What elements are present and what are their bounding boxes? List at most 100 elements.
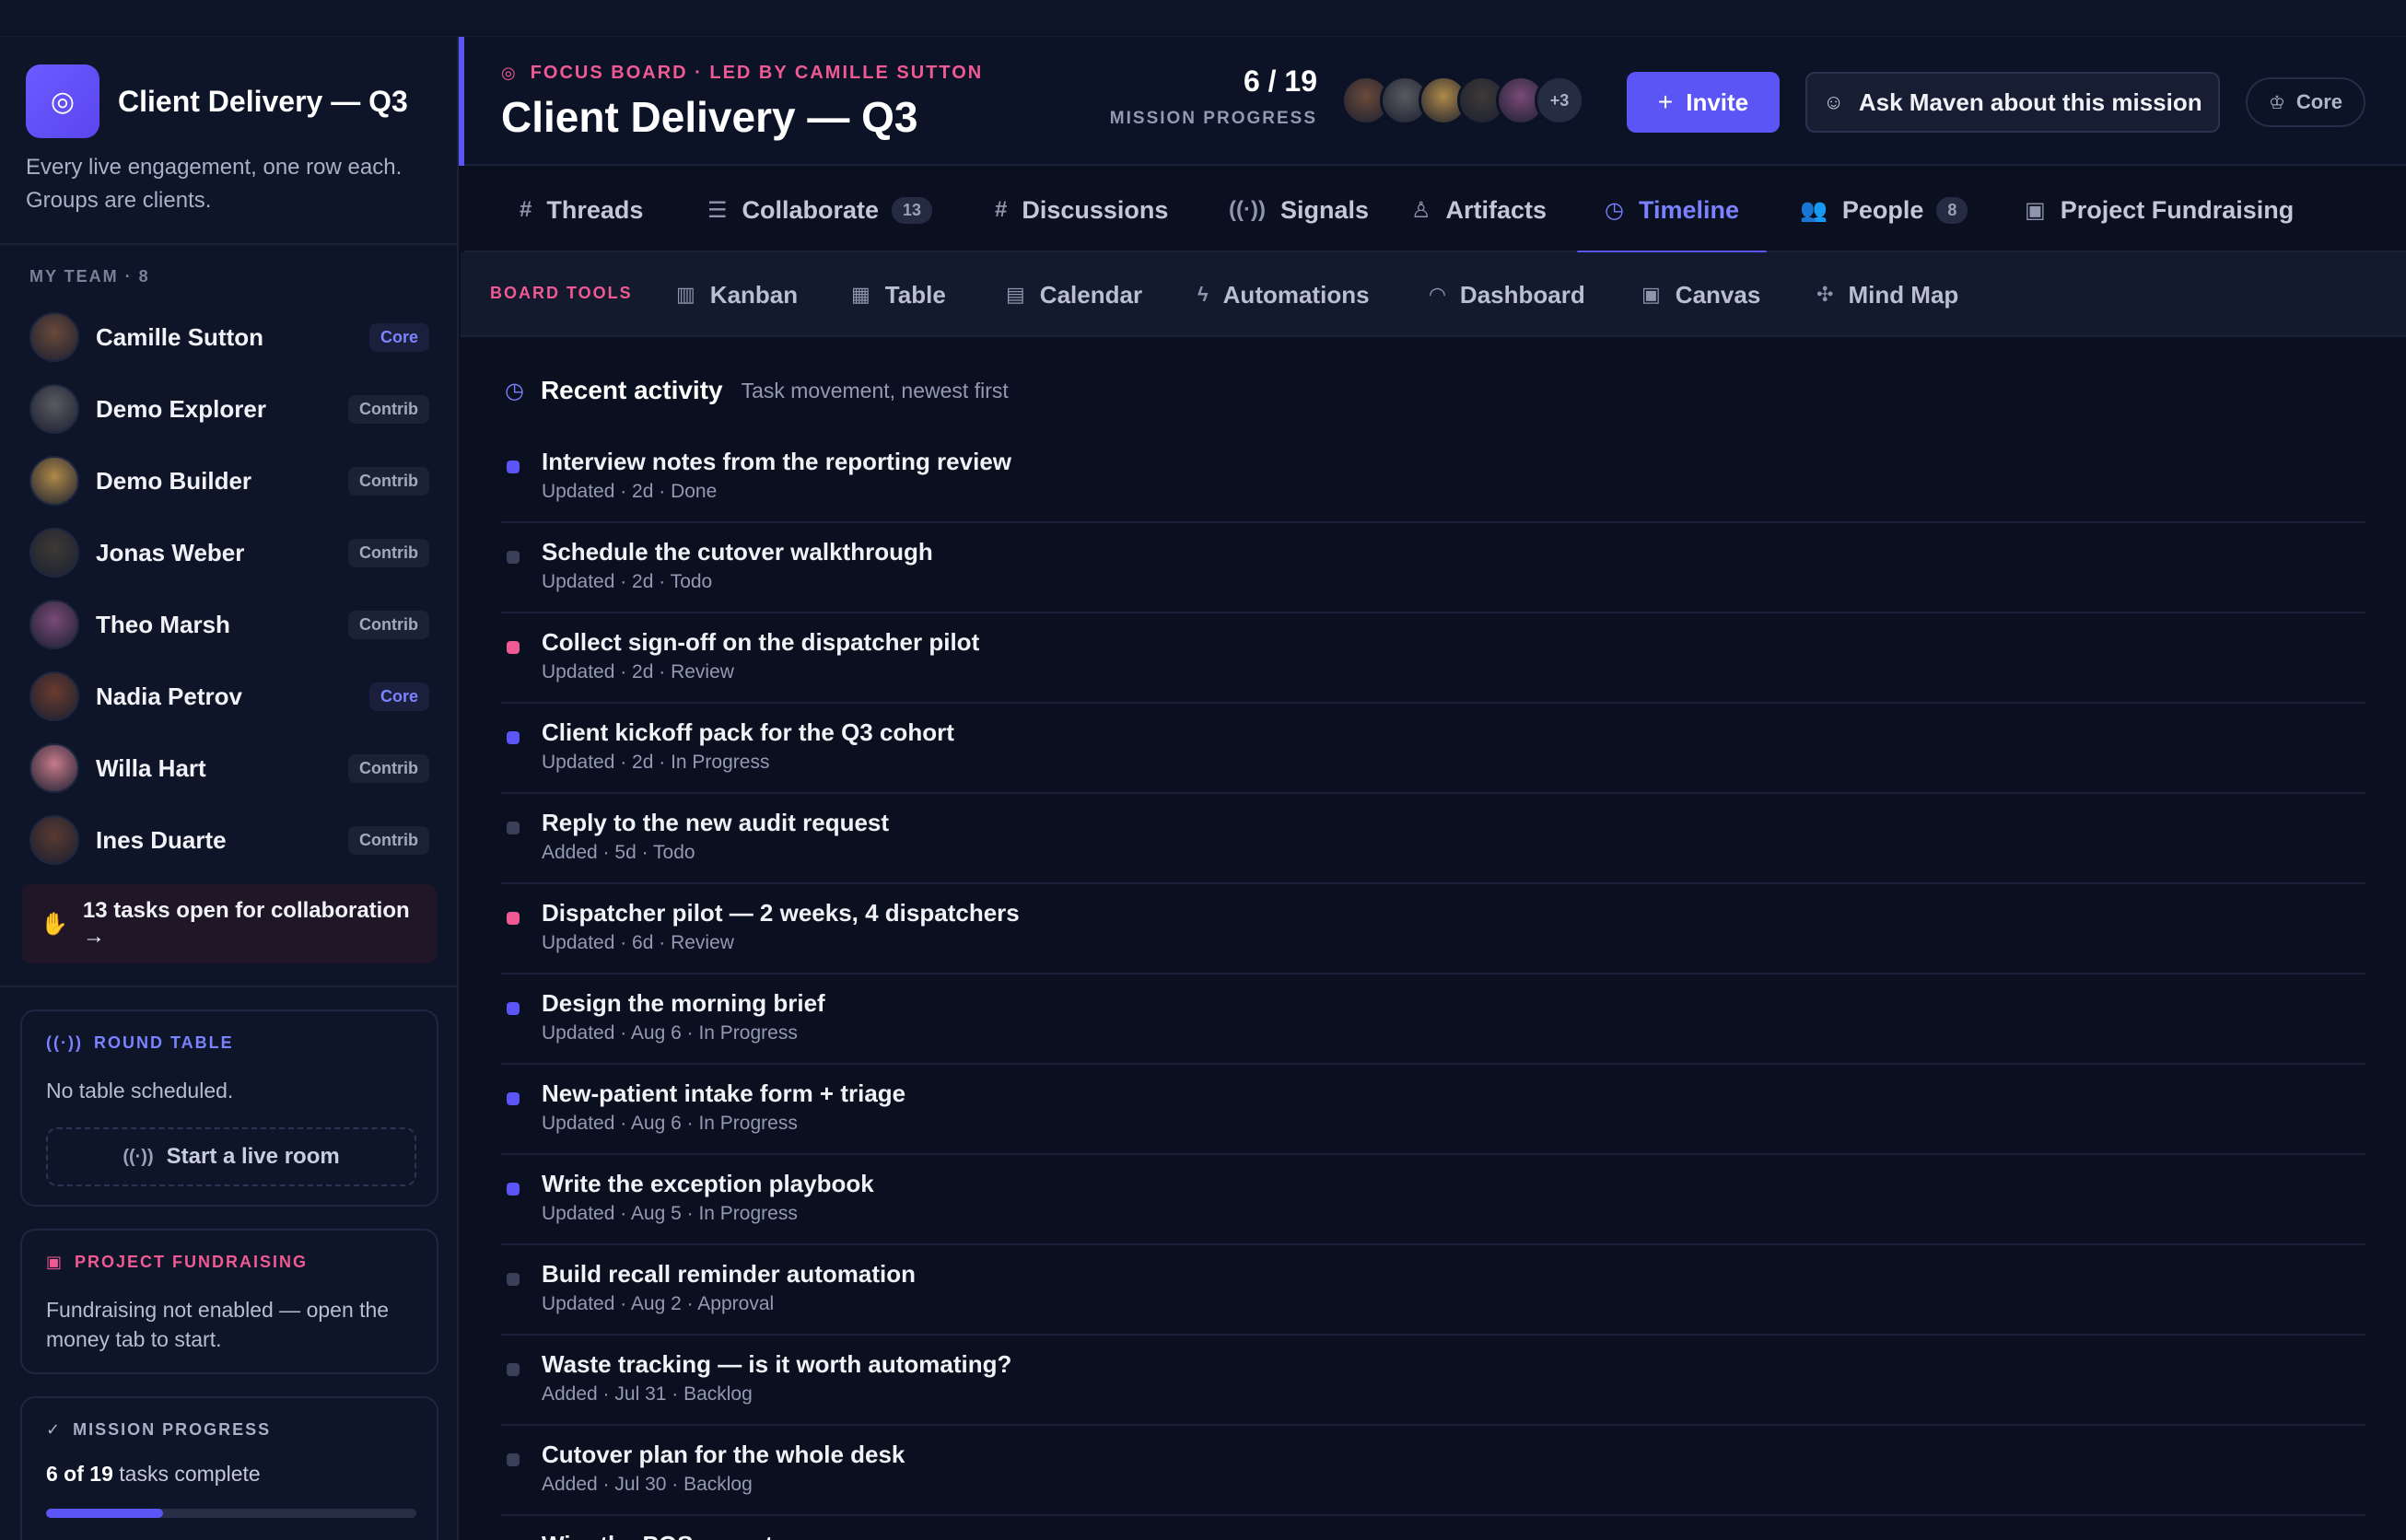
tool-canvas[interactable]: ▣ Canvas [1641, 252, 1760, 337]
member-avatars[interactable]: +3 [1341, 76, 1584, 125]
divider [0, 243, 459, 245]
activity-row[interactable]: Design the morning brief Updated · Aug 6 … [501, 974, 2365, 1065]
activity-meta: Updated · 2d · Review [542, 661, 734, 682]
tab-threads[interactable]: # Threads [520, 168, 643, 252]
timeline-content: ◷ Recent activity Task movement, newest … [461, 337, 2406, 1540]
tool-mind-map[interactable]: ✣ Mind Map [1816, 252, 1958, 337]
team-member[interactable]: Nadia Petrov Core [29, 667, 429, 726]
team-member[interactable]: Willa Hart Contrib [29, 739, 429, 798]
kanban-icon: ▥ [676, 283, 695, 306]
avatar [29, 456, 79, 506]
tool-table[interactable]: ▦ Table [851, 252, 946, 337]
activity-row[interactable]: Write the exception playbook Updated · Au… [501, 1155, 2365, 1245]
tool-automations[interactable]: ϟ Automations [1197, 252, 1370, 337]
award-icon: ♙ [1411, 197, 1431, 223]
activity-row[interactable]: Interview notes from the reporting revie… [501, 433, 2365, 523]
activity-row[interactable]: Build recall reminder automation Updated … [501, 1245, 2365, 1336]
check-icon: ✓ [46, 1420, 63, 1439]
activity-meta: Updated · Aug 5 · In Progress [542, 1203, 798, 1224]
activity-row[interactable]: Collect sign-off on the dispatcher pilot… [501, 613, 2365, 704]
ask-maven-button[interactable]: ☺ Ask Maven about this mission [1805, 72, 2220, 133]
start-live-room-label: Start a live room [166, 1144, 340, 1169]
invite-label: Invite [1686, 88, 1749, 116]
tool-kanban[interactable]: ▥ Kanban [676, 252, 798, 337]
page-title: Client Delivery — Q3 [501, 93, 918, 141]
status-dot [507, 1363, 520, 1376]
fundraising-card: ▣ PROJECT FUNDRAISING Fundraising not en… [20, 1229, 438, 1374]
tab-count-badge: 8 [1936, 196, 1968, 224]
activity-task-title: New-patient intake form + triage [542, 1079, 906, 1107]
team-member[interactable]: Demo Explorer Contrib [29, 379, 429, 438]
tool-label: Calendar [1039, 280, 1143, 309]
activity-row[interactable]: Waste tracking — is it worth automating?… [501, 1336, 2365, 1426]
member-role-badge: Contrib [348, 753, 429, 783]
activity-meta: Updated · 2d · Todo [542, 571, 713, 592]
tab-project-fundraising[interactable]: ▣ Project Fundraising [2025, 168, 2294, 252]
activity-row[interactable]: New-patient intake form + triage Updated … [501, 1065, 2365, 1155]
core-badge-button[interactable]: ♔ Core [2246, 77, 2365, 127]
tab-timeline[interactable]: ◷ Timeline [1577, 168, 1767, 254]
tab-collaborate[interactable]: ☰ Collaborate 13 [707, 168, 933, 252]
member-role-badge: Contrib [348, 466, 429, 496]
tool-label: Canvas [1675, 280, 1761, 309]
activity-row[interactable]: Dispatcher pilot — 2 weeks, 4 dispatcher… [501, 884, 2365, 974]
fundraising-heading: ▣ PROJECT FUNDRAISING [46, 1253, 309, 1271]
clock-icon: ◷ [1605, 197, 1624, 223]
activity-task-title: Client kickoff pack for the Q3 cohort [542, 718, 954, 746]
people-icon: 👥 [1800, 197, 1828, 223]
activity-task-title: Design the morning brief [542, 989, 825, 1017]
calendar-icon: ▤ [1006, 283, 1025, 306]
activity-row[interactable]: Cutover plan for the whole desk Added · J… [501, 1426, 2365, 1516]
tab-count-badge: 13 [892, 196, 933, 224]
team-member[interactable]: Ines Duarte Contrib [29, 811, 429, 869]
clock-icon: ◷ [505, 378, 524, 403]
member-name: Willa Hart [96, 753, 206, 782]
board-tools-bar: BOARD TOOLS ▥ Kanban ▦ Table ▤ Calendar ϟ Autom… [461, 252, 2406, 337]
activity-task-title: Reply to the new audit request [542, 809, 890, 836]
avatar [29, 671, 79, 721]
start-live-room-button[interactable]: ((·)) Start a live room [46, 1127, 416, 1186]
team-member[interactable]: Jonas Weber Contrib [29, 523, 429, 582]
tab-label: Timeline [1638, 195, 1739, 224]
hand-icon: ✋ [41, 911, 68, 937]
tool-calendar[interactable]: ▤ Calendar [1006, 252, 1142, 337]
status-dot [507, 1183, 520, 1196]
tool-dashboard[interactable]: ◠ Dashboard [1430, 252, 1585, 337]
activity-row[interactable]: Reply to the new audit request Added · 5d… [501, 794, 2365, 884]
canvas-icon: ▣ [1641, 283, 1661, 306]
invite-button[interactable]: + Invite [1627, 72, 1780, 133]
activity-row[interactable]: Schedule the cutover walkthrough Updated … [501, 523, 2365, 613]
tab-signals[interactable]: ((·)) Signals [1229, 168, 1369, 252]
collab-text: 13 tasks open for collaboration → [82, 898, 410, 949]
collab-callout[interactable]: ✋ 13 tasks open for collaboration → [22, 884, 437, 963]
team-member[interactable]: Camille Sutton Core [29, 308, 429, 367]
activity-meta: Added · Jul 30 · Backlog [542, 1474, 753, 1495]
member-role-badge: Contrib [348, 394, 429, 424]
tab-discussions[interactable]: # Discussions [995, 168, 1168, 252]
tool-label: Table [884, 280, 946, 309]
avatar [29, 600, 79, 649]
team-member[interactable]: Theo Marsh Contrib [29, 595, 429, 654]
hash-icon: # [995, 197, 1008, 222]
activity-row[interactable]: Wire the POS export [501, 1516, 2365, 1540]
tab-label: Discussions [1022, 195, 1169, 224]
tab-people[interactable]: 👥 People 8 [1800, 168, 1968, 252]
status-dot [507, 1002, 520, 1015]
activity-row[interactable]: Client kickoff pack for the Q3 cohort Upd… [501, 704, 2365, 794]
status-dot [507, 551, 520, 564]
member-role-badge: Core [368, 322, 429, 352]
member-role-badge: Contrib [348, 825, 429, 855]
activity-meta: Updated · 2d · In Progress [542, 752, 770, 773]
avatar [29, 743, 79, 793]
board-eyebrow: ◎ FOCUS BOARD · LED BY CAMILLE SUTTON [501, 63, 984, 83]
member-role-badge: Contrib [348, 610, 429, 639]
board-brand[interactable]: ◎ Client Delivery — Q3 [26, 64, 408, 138]
status-dot [507, 731, 520, 744]
activity-meta: Updated · 6d · Review [542, 932, 734, 953]
team-member[interactable]: Demo Builder Contrib [29, 451, 429, 510]
activity-meta: Updated · Aug 6 · In Progress [542, 1022, 798, 1044]
tab-label: Threads [546, 195, 644, 224]
member-role-badge: Contrib [348, 538, 429, 567]
tab-artifacts[interactable]: ♙ Artifacts [1411, 168, 1547, 252]
round-table-text: No table scheduled. [46, 1079, 234, 1102]
